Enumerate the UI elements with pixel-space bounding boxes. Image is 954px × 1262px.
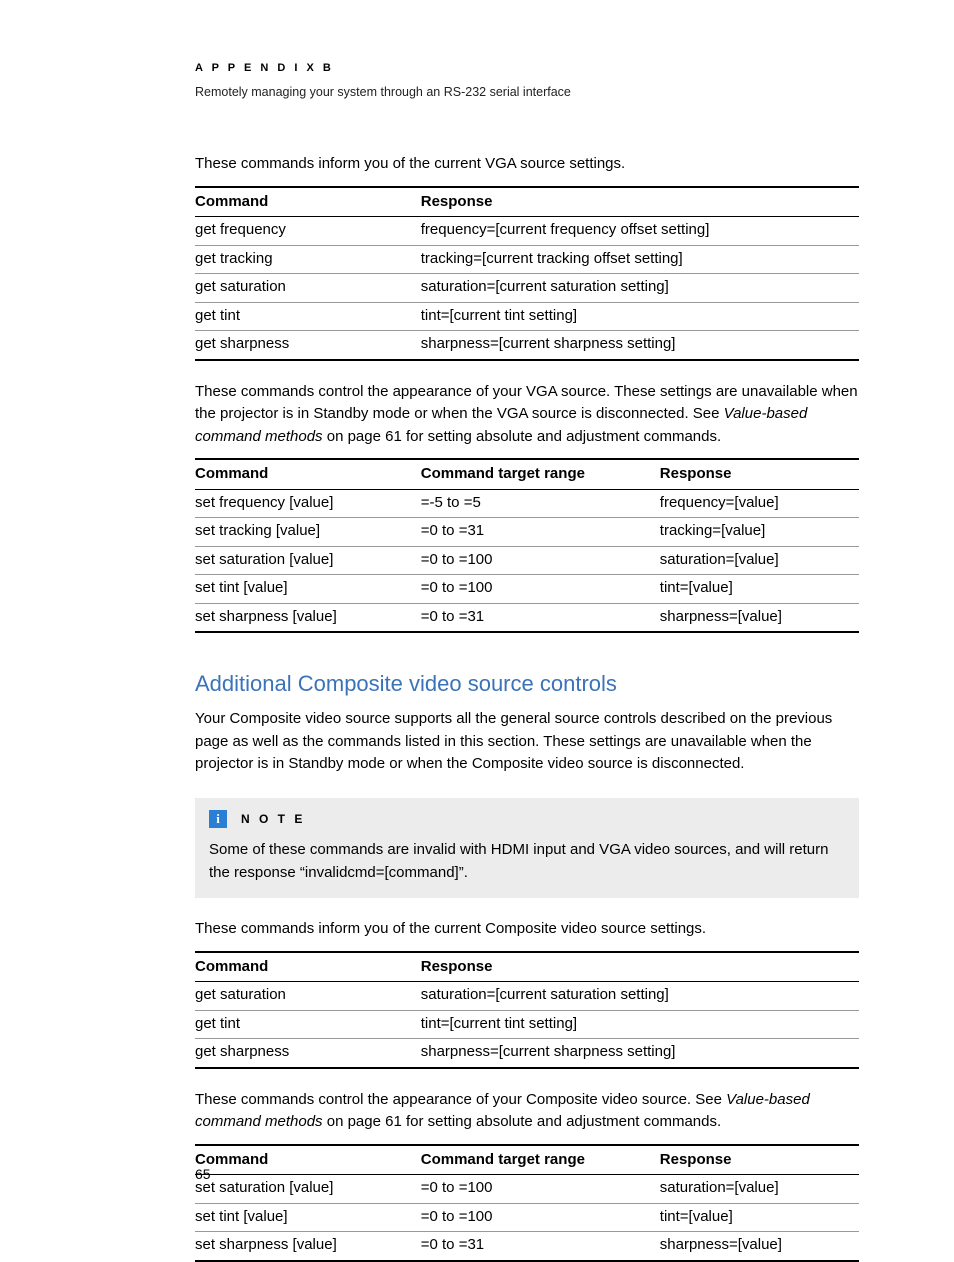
table-cell: tint=[value] [660,1203,859,1232]
table-cell: tracking=[value] [660,518,859,547]
table-cell: get tracking [195,245,421,274]
table-row: set tint [value]=0 to =100tint=[value] [195,575,859,604]
table-cell: set sharpness [value] [195,1232,421,1261]
table-cell: get frequency [195,217,421,246]
table-row: set sharpness [value]=0 to =31sharpness=… [195,1232,859,1261]
table-cell: set frequency [value] [195,489,421,518]
table-cell: saturation=[value] [660,546,859,575]
header-subtitle: Remotely managing your system through an… [195,83,859,102]
table-row: get trackingtracking=[current tracking o… [195,245,859,274]
table-cell: =0 to =31 [421,1232,660,1261]
table-cell: set saturation [value] [195,546,421,575]
table-cell: saturation=[value] [660,1175,859,1204]
table-cell: =0 to =31 [421,518,660,547]
th-response: Response [421,952,859,982]
table-row: set frequency [value]=-5 to =5frequency=… [195,489,859,518]
th-command: Command [195,952,421,982]
table-row: set tint [value]=0 to =100tint=[value] [195,1203,859,1232]
appendix-label: A P P E N D I X B [195,60,859,77]
table-cell: set saturation [value] [195,1175,421,1204]
table-row: set tracking [value]=0 to =31tracking=[v… [195,518,859,547]
table-row: get tinttint=[current tint setting] [195,1010,859,1039]
table-cell: get tint [195,302,421,331]
section-heading: Additional Composite video source contro… [195,667,859,700]
text: These commands control the appearance of… [195,1091,726,1108]
vga-set-paragraph: These commands control the appearance of… [195,381,859,449]
table-row: set sharpness [value]=0 to =31sharpness=… [195,603,859,632]
table-cell: frequency=[value] [660,489,859,518]
table1-body: get frequencyfrequency=[current frequenc… [195,217,859,360]
table-cell: =0 to =100 [421,1175,660,1204]
table-row: set saturation [value]=0 to =100saturati… [195,546,859,575]
table-cell: =0 to =31 [421,603,660,632]
table-cell: get saturation [195,274,421,303]
th-command: Command [195,459,421,489]
th-response: Response [421,187,859,217]
table-cell: tracking=[current tracking offset settin… [421,245,859,274]
table-cell: saturation=[current saturation setting] [421,274,859,303]
table-cell: set sharpness [value] [195,603,421,632]
table-cell: sharpness=[value] [660,1232,859,1261]
th-command: Command [195,1145,421,1175]
table-cell: saturation=[current saturation setting] [421,982,859,1011]
table-row: set saturation [value]=0 to =100saturati… [195,1175,859,1204]
th-response: Response [660,1145,859,1175]
composite-set-paragraph: These commands control the appearance of… [195,1089,859,1134]
vga-set-table: Command Command target range Response se… [195,458,859,633]
vga-get-table: Command Response get frequencyfrequency=… [195,186,859,361]
table-cell: sharpness=[value] [660,603,859,632]
table-cell: tint=[current tint setting] [421,1010,859,1039]
intro-paragraph-1: These commands inform you of the current… [195,153,859,176]
th-range: Command target range [421,1145,660,1175]
th-response: Response [660,459,859,489]
composite-get-table: Command Response get saturationsaturatio… [195,951,859,1069]
text: on page 61 for setting absolute and adju… [323,428,722,445]
table-cell: tint=[current tint setting] [421,302,859,331]
table-cell: =0 to =100 [421,1203,660,1232]
table-cell: get saturation [195,982,421,1011]
table-row: get saturationsaturation=[current satura… [195,982,859,1011]
th-command: Command [195,187,421,217]
table-row: get saturationsaturation=[current satura… [195,274,859,303]
table-cell: set tint [value] [195,575,421,604]
page-number: 65 [195,1164,211,1185]
table-cell: =0 to =100 [421,575,660,604]
table-cell: get tint [195,1010,421,1039]
note-box: i N O T E Some of these commands are inv… [195,798,859,899]
table-cell: set tint [value] [195,1203,421,1232]
th-range: Command target range [421,459,660,489]
table-row: get sharpnesssharpness=[current sharpnes… [195,331,859,360]
table-cell: sharpness=[current sharpness setting] [421,1039,859,1068]
table-cell: get sharpness [195,331,421,360]
note-label: N O T E [241,810,305,828]
table-row: get frequencyfrequency=[current frequenc… [195,217,859,246]
table-row: get sharpnesssharpness=[current sharpnes… [195,1039,859,1068]
section-paragraph: Your Composite video source supports all… [195,708,859,776]
table-cell: get sharpness [195,1039,421,1068]
table-cell: =-5 to =5 [421,489,660,518]
intro-paragraph-3: These commands inform you of the current… [195,918,859,941]
table-cell: set tracking [value] [195,518,421,547]
table-cell: =0 to =100 [421,546,660,575]
table-cell: sharpness=[current sharpness setting] [421,331,859,360]
info-icon: i [209,810,227,828]
table-cell: frequency=[current frequency offset sett… [421,217,859,246]
note-body: Some of these commands are invalid with … [209,838,845,885]
table-cell: tint=[value] [660,575,859,604]
table-row: get tinttint=[current tint setting] [195,302,859,331]
table2-body: set frequency [value]=-5 to =5frequency=… [195,489,859,632]
table4-body: set saturation [value]=0 to =100saturati… [195,1175,859,1261]
text: on page 61 for setting absolute and adju… [323,1113,722,1130]
composite-set-table: Command Command target range Response se… [195,1144,859,1262]
table3-body: get saturationsaturation=[current satura… [195,982,859,1068]
